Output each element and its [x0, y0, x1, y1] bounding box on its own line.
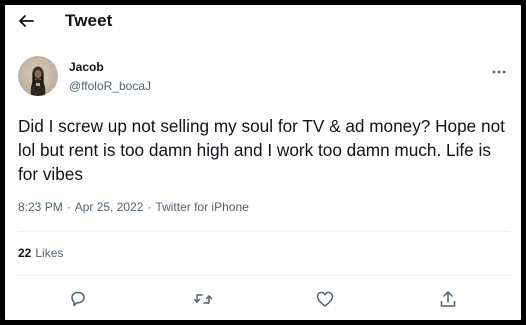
like-button[interactable] [314, 288, 336, 310]
retweet-button[interactable] [192, 288, 214, 310]
page-title: Tweet [65, 11, 113, 30]
meta-separator: · [147, 200, 152, 214]
reply-button[interactable] [67, 288, 89, 310]
retweet-icon [193, 294, 213, 304]
tweet-page: Tweet Jacob @ffoloR_bocaJ Did I screw up… [5, 5, 521, 320]
tweet-text: Did I screw up not selling my soul for T… [18, 116, 505, 184]
divider [18, 231, 510, 232]
more-options-button[interactable] [490, 63, 508, 74]
share-icon [440, 291, 456, 307]
tweet-time[interactable]: 8:23 PM [18, 200, 63, 214]
meta-separator: · [66, 200, 71, 214]
heart-icon [316, 291, 334, 307]
tweet-source[interactable]: Twitter for iPhone [155, 200, 248, 214]
share-button[interactable] [437, 288, 459, 310]
arrow-left-icon [19, 15, 34, 27]
profile-photo [18, 56, 58, 96]
author-handle[interactable]: @ffoloR_bocaJ [69, 79, 151, 93]
tweet-actions [5, 288, 521, 310]
reply-icon [71, 291, 85, 307]
likes-stat[interactable]: 22 Likes [18, 246, 63, 260]
back-button[interactable] [17, 13, 35, 29]
avatar[interactable] [18, 56, 58, 96]
divider [18, 275, 510, 276]
tweet-meta: 8:23 PM · Apr 25, 2022 · Twitter for iPhone [18, 200, 249, 214]
author-name[interactable]: Jacob [69, 60, 104, 74]
likes-label: Likes [35, 246, 64, 260]
header: Tweet [5, 5, 521, 37]
tweet-date[interactable]: Apr 25, 2022 [75, 200, 144, 214]
more-dots-icon [492, 70, 506, 74]
likes-count: 22 [18, 246, 32, 260]
